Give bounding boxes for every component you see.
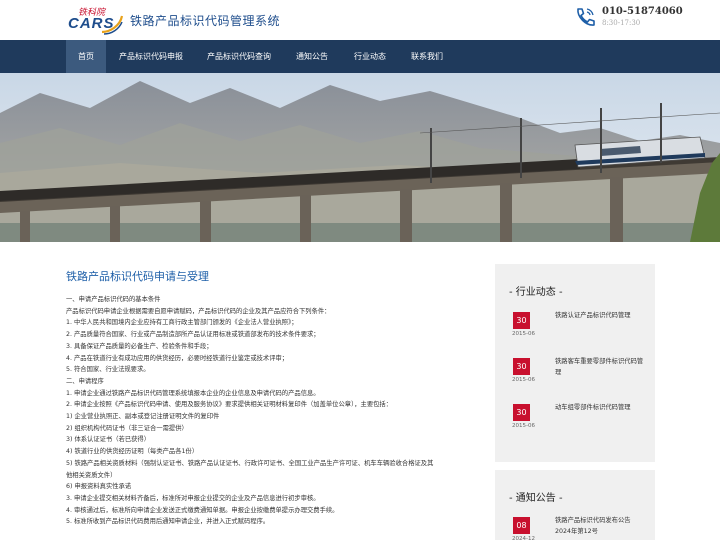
notices-panel: - 通知公告 - 08 2024-12 铁路产品标识代码发布公告 2024年第1… xyxy=(495,470,655,542)
article-line: 1. 申请企业通过铁路产品标识代码管理系统填报本企业的企业信息及申请代码的产品信… xyxy=(66,389,320,397)
nav-industry-news[interactable]: 行业动态 xyxy=(342,40,398,73)
article-line: 一、申请产品标识代码的基本条件 xyxy=(66,296,161,303)
nav-notices[interactable]: 通知公告 xyxy=(284,40,340,73)
nav-code-apply[interactable]: 产品标识代码申报 xyxy=(109,40,193,73)
cars-logo[interactable]: 铁科院 CARS xyxy=(66,7,126,35)
article-title: 铁路产品标识代码申请与受理 xyxy=(66,270,209,283)
article-body: 一、申请产品标识代码的基本条件 产品标识代码申请企业根据需要自愿申请赋码，产品标… xyxy=(66,294,486,528)
nav-code-query[interactable]: 产品标识代码查询 xyxy=(197,40,281,73)
article-line: 5. 符合国家、行业法规要求。 xyxy=(66,366,150,374)
article-line: 2) 组织机构代码证书（非三证合一需提供） xyxy=(66,424,188,432)
article-line: 5. 标准所收到产品标识代码费用后通知申请企业，并进入正式赋码程序。 xyxy=(66,518,270,526)
article-line: 他相关资质文件） xyxy=(66,471,117,479)
service-hours: 8:30-17:30 xyxy=(602,19,641,27)
nav-contact[interactable]: 联系我们 xyxy=(399,40,455,73)
industry-news-heading: - 行业动态 - xyxy=(509,287,563,298)
news-date-ym: 2015-06 xyxy=(512,377,535,383)
news-item-link[interactable]: 铁路客车重要零部件标识代码管理 xyxy=(555,356,647,378)
hero-banner xyxy=(0,73,720,242)
logo-swoosh-icon xyxy=(101,15,124,35)
article-line: 二、申请程序 xyxy=(66,377,104,385)
phone-number: 010-51874060 xyxy=(602,6,683,17)
article-line: 5) 铁路产品相关资质材料（强制认证证书、铁路产品认证证书、行政许可证书、全国工… xyxy=(66,459,434,467)
article-line: 3. 具备保证产品质量的必备生产、检验条件和手段； xyxy=(66,342,213,350)
news-date-day: 30 xyxy=(513,404,530,421)
train-landscape-image xyxy=(0,73,720,242)
header: 铁科院 CARS 铁路产品标识代码管理系统 010-51874060 8:30-… xyxy=(0,0,720,40)
article-line: 产品标识代码申请企业根据需要自愿申请赋码，产品标识代码的企业及其产品应符合下列条… xyxy=(66,307,331,315)
article-line: 4. 产品在铁道行业有成功应用的供货经历，必要时经铁道行业鉴定或技术评审； xyxy=(66,354,289,362)
main-nav: 首页 产品标识代码申报 产品标识代码查询 通知公告 行业动态 联系我们 xyxy=(0,40,720,73)
article-line: 2. 产品质量符合国家、行业或产品制造部所产品认证用标准或铁道部发布的技术条件要… xyxy=(66,331,320,339)
content-area: 铁路产品标识代码申请与受理 一、申请产品标识代码的基本条件 产品标识代码申请企业… xyxy=(0,242,720,542)
notice-date-day: 08 xyxy=(513,517,530,534)
news-item-link[interactable]: 铁路认证产品标识代码管理 xyxy=(555,310,647,321)
news-date-day: 30 xyxy=(513,312,530,329)
notice-item-link[interactable]: 铁路产品标识代码发布公告 2024年第12号 xyxy=(555,515,647,537)
site-title: 铁路产品标识代码管理系统 xyxy=(130,14,281,28)
news-date-ym: 2015-06 xyxy=(512,331,535,337)
article-line: 1. 中华人民共和国境内企业应持有工商行政主管部门颁发的《企业法人营业执照》； xyxy=(66,319,298,327)
industry-news-panel: - 行业动态 - 30 2015-06 铁路认证产品标识代码管理 30 2015… xyxy=(495,264,655,462)
news-date-day: 30 xyxy=(513,358,530,375)
nav-home[interactable]: 首页 xyxy=(66,40,106,73)
article-line: 4. 审核通过后，标准所向申请企业发送正式缴费通知单据。申报企业按缴费单提示办理… xyxy=(66,506,339,514)
news-date-ym: 2015-06 xyxy=(512,423,535,429)
phone-icon xyxy=(577,8,595,26)
article-line: 4) 铁道行业的供货经历证明（每类产品各1份） xyxy=(66,448,199,456)
news-item-link[interactable]: 动车组零部件标识代码管理 xyxy=(555,402,647,413)
article-line: 1) 企业营业执照正、副本或登记注册证明文件的复印件 xyxy=(66,413,220,421)
article-line: 2. 申请企业按照《产品标识代码申请、使用及服务协议》要求提供相关证明材料复印件… xyxy=(66,401,393,409)
article-line: 3. 申请企业提交相关材料齐备后，标准所对申报企业提交的企业及产品信息进行初步审… xyxy=(66,494,320,502)
article-line: 3) 体系认证证书（若已获得） xyxy=(66,436,151,444)
notice-date-ym: 2024-12 xyxy=(512,536,535,542)
notices-heading: - 通知公告 - xyxy=(509,493,563,504)
article-line: 6) 申报资料真实性承诺 xyxy=(66,483,132,491)
